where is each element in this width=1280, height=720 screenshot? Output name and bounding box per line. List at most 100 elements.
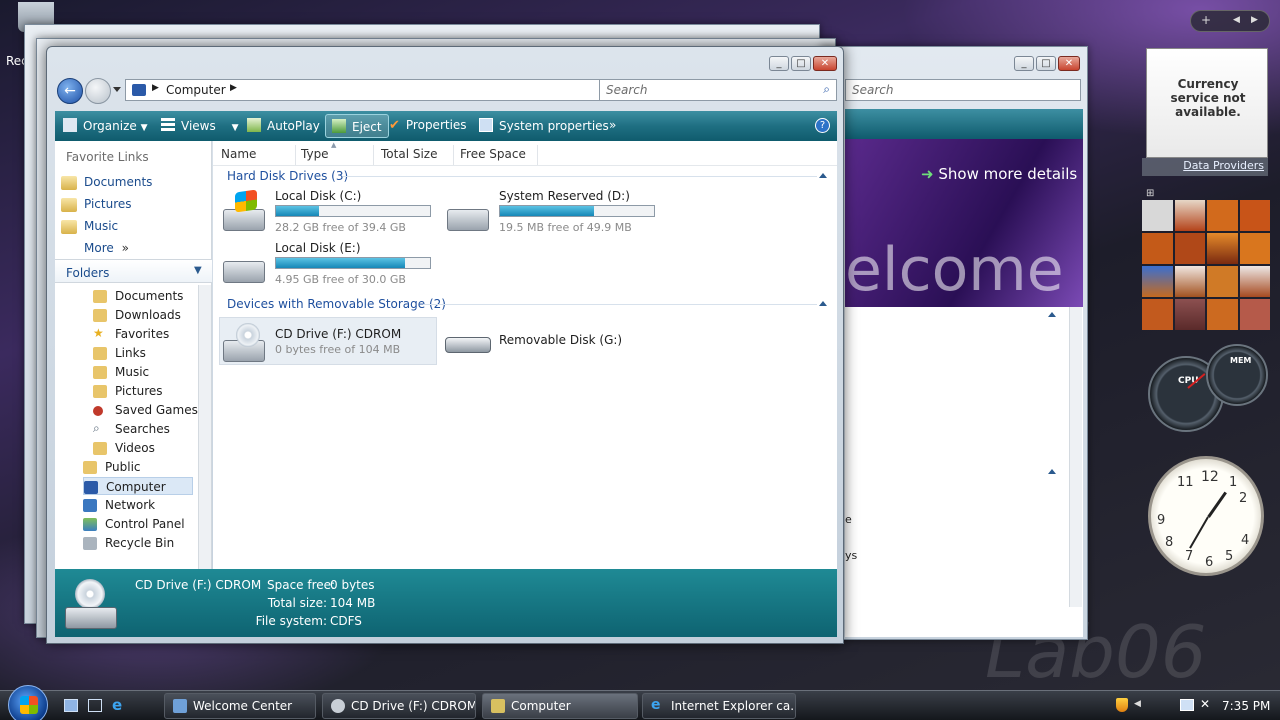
photo-grid: [1142, 200, 1270, 330]
tree-item-music[interactable]: Music: [93, 365, 149, 379]
back-button[interactable]: ←: [57, 78, 83, 104]
tree-item-downloads[interactable]: Downloads: [93, 308, 181, 322]
close-button[interactable]: ✕: [813, 56, 837, 71]
show-desktop-icon[interactable]: [64, 699, 78, 712]
previous-icon[interactable]: ◀: [1233, 15, 1240, 25]
favorites-more-link[interactable]: More »: [84, 241, 129, 255]
taskbar-cd-drive[interactable]: CD Drive (F:) CDROM: [322, 693, 476, 719]
chevron-right-icon[interactable]: ▶: [152, 83, 159, 93]
tree-item-videos[interactable]: Videos: [93, 441, 155, 455]
collapse-icon[interactable]: [1048, 312, 1056, 317]
minimize-button[interactable]: _: [1014, 56, 1034, 71]
drive-f[interactable]: CD Drive (F:) CDROM 0 bytes free of 104 …: [219, 317, 437, 365]
column-name[interactable]: Name: [221, 147, 256, 161]
clock-6: 6: [1205, 555, 1214, 570]
column-total-size[interactable]: Total Size: [381, 147, 437, 161]
slideshow-gadget[interactable]: ⊞: [1142, 186, 1270, 330]
tree-item-public[interactable]: Public: [83, 460, 141, 474]
group-removable-storage[interactable]: Devices with Removable Storage (2): [227, 297, 446, 311]
network-icon[interactable]: [1180, 699, 1194, 711]
group-hard-disk-drives[interactable]: Hard Disk Drives (3): [227, 169, 348, 183]
internet-explorer-icon[interactable]: e: [112, 698, 128, 714]
welcome-search-input[interactable]: Search: [845, 79, 1081, 101]
taskbar-label: Welcome Center: [193, 699, 293, 713]
address-bar[interactable]: ▶ Computer ▶ ▼: [125, 79, 613, 101]
expand-tray-icon[interactable]: ◀: [1134, 699, 1141, 709]
help-icon[interactable]: ?: [815, 118, 830, 133]
switch-windows-icon[interactable]: [88, 699, 102, 712]
chevron-down-icon[interactable]: ▼: [194, 265, 202, 276]
column-separator[interactable]: [537, 145, 538, 165]
volume-muted-icon[interactable]: ✕: [1200, 697, 1210, 711]
properties-button[interactable]: ✔ Properties: [389, 118, 467, 133]
column-separator[interactable]: [373, 145, 374, 165]
computer-window[interactable]: _ □ ✕ ← ▶ Computer ▶ ▼ ⇆ Search ⌕ Organi…: [46, 46, 844, 644]
show-more-details-link[interactable]: ➜ Show more details: [921, 165, 1077, 183]
tree-item-network[interactable]: Network: [83, 498, 155, 512]
more-commands-button[interactable]: »: [609, 118, 616, 132]
details-pane: CD Drive (F:) CDROM Space free: 0 bytes …: [55, 569, 837, 637]
minimize-button[interactable]: _: [769, 56, 789, 71]
collapse-icon[interactable]: [1048, 469, 1056, 474]
column-separator[interactable]: [453, 145, 454, 165]
drive-d[interactable]: System Reserved (D:) 19.5 MB free of 49.…: [447, 187, 667, 235]
welcome-center-window[interactable]: _ □ ✕ Search ➜ Show more details elcome …: [820, 46, 1088, 640]
maximize-button[interactable]: □: [791, 56, 811, 71]
favorite-music-link[interactable]: Music: [84, 219, 118, 233]
taskbar-internet-explorer[interactable]: e Internet Explorer ca...: [642, 693, 796, 719]
tree-item-pictures[interactable]: Pictures: [93, 384, 163, 398]
organize-label: Organize: [83, 119, 137, 133]
forward-button[interactable]: [85, 78, 111, 104]
game-icon: [93, 406, 103, 416]
maximize-button[interactable]: □: [1036, 56, 1056, 71]
drive-c[interactable]: Local Disk (C:) 28.2 GB free of 39.4 GB: [223, 187, 437, 235]
recent-pages-icon[interactable]: [113, 87, 121, 92]
search-icon[interactable]: ⌕: [823, 82, 830, 97]
taskbar-computer[interactable]: Computer: [482, 693, 638, 719]
welcome-side-text-2: ys: [845, 549, 858, 562]
navigation-scrollbar[interactable]: [198, 285, 211, 569]
currency-gadget[interactable]: Currency service not available.: [1146, 48, 1268, 158]
data-providers-link[interactable]: Data Providers: [1142, 158, 1268, 176]
tree-item-documents[interactable]: Documents: [93, 289, 183, 303]
add-gadget-icon[interactable]: +: [1201, 13, 1211, 27]
column-type[interactable]: Type: [301, 147, 329, 161]
folders-header[interactable]: Folders ▼: [55, 259, 212, 283]
tree-item-control-panel[interactable]: Control Panel: [83, 517, 185, 531]
drive-g[interactable]: Removable Disk (G:): [445, 321, 665, 365]
column-free-space[interactable]: Free Space: [460, 147, 526, 161]
tree-item-searches[interactable]: ⌕ Searches: [93, 421, 170, 436]
search-input[interactable]: Search ⌕: [599, 79, 837, 101]
favorite-pictures-link[interactable]: Pictures: [84, 197, 132, 211]
welcome-center-icon: [173, 699, 187, 713]
next-icon[interactable]: ▶: [1251, 15, 1258, 25]
memory-meter-gadget[interactable]: MEM: [1206, 344, 1268, 406]
chevron-right-icon[interactable]: ▶: [230, 83, 237, 93]
address-root[interactable]: Computer: [166, 83, 226, 97]
taskbar-welcome-center[interactable]: Welcome Center: [164, 693, 316, 719]
tree-item-saved-games[interactable]: Saved Games: [93, 403, 198, 417]
organize-button[interactable]: Organize ▼: [63, 118, 148, 133]
cd-drive-icon: [331, 699, 345, 713]
tree-label: Searches: [115, 422, 170, 436]
tree-item-computer[interactable]: Computer: [83, 477, 193, 495]
tree-item-links[interactable]: Links: [93, 346, 146, 360]
chevron-down-icon: ▼: [231, 123, 239, 133]
clock-time[interactable]: 7:35 PM: [1222, 699, 1270, 713]
security-shield-icon[interactable]: [1116, 698, 1128, 712]
column-separator[interactable]: [295, 145, 296, 165]
collapse-hdd-icon[interactable]: [819, 173, 827, 178]
favorite-documents-link[interactable]: Documents: [84, 175, 152, 189]
autoplay-button[interactable]: AutoPlay: [247, 118, 320, 133]
views-button[interactable]: Views ▼: [161, 118, 238, 133]
tree-item-recycle-bin[interactable]: Recycle Bin: [83, 536, 174, 550]
collapse-removable-icon[interactable]: [819, 301, 827, 306]
eject-button[interactable]: Eject: [325, 114, 389, 138]
drive-e[interactable]: Local Disk (E:) 4.95 GB free of 30.0 GB: [223, 239, 437, 287]
tree-item-favorites[interactable]: ★ Favorites: [93, 326, 169, 341]
close-button[interactable]: ✕: [1058, 56, 1080, 71]
welcome-scrollbar[interactable]: [1069, 307, 1082, 607]
system-properties-button[interactable]: System properties: [479, 118, 609, 133]
clock-gadget[interactable]: 12 1 11 2 9 4 8 7 5 6: [1148, 456, 1264, 576]
start-button[interactable]: [8, 685, 48, 720]
